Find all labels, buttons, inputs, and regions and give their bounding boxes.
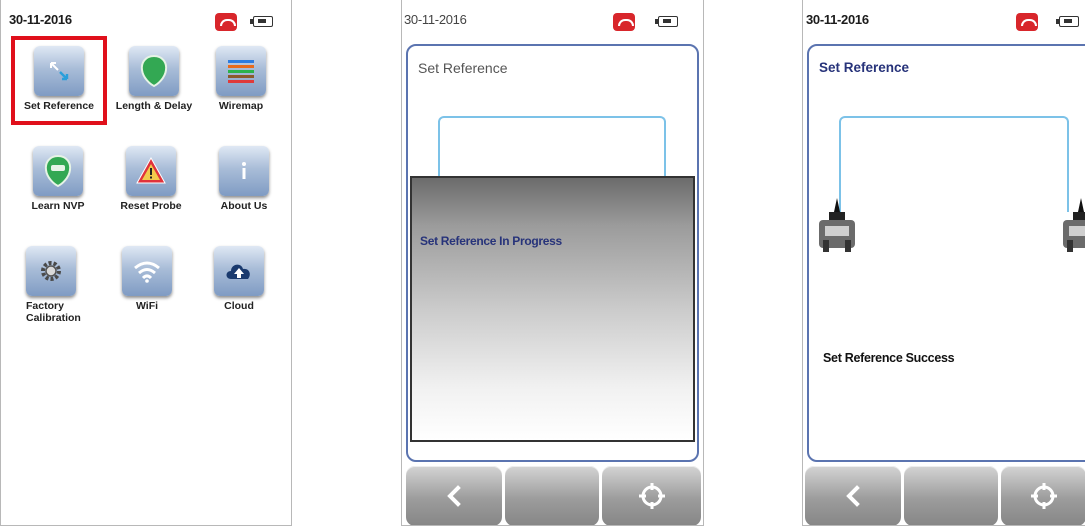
app-about-us[interactable]: About Us <box>199 146 289 226</box>
status-date: 30-11-2016 <box>806 12 869 27</box>
app-label: Wiremap <box>218 100 264 112</box>
target-button[interactable] <box>602 466 701 525</box>
app-label: Reset Probe <box>120 200 182 212</box>
app-learn-nvp[interactable]: Learn NVP <box>13 146 103 226</box>
app-length-delay[interactable]: Length & Delay <box>109 46 199 126</box>
progress-screen: 30-11-2016 Set Reference Set Reference I… <box>401 0 704 526</box>
app-label: Factory Calibration <box>26 300 81 324</box>
app-label: Length & Delay <box>115 100 193 112</box>
blank-button[interactable] <box>904 466 998 525</box>
status-bar: 30-11-2016 <box>803 0 1085 38</box>
bottom-toolbar <box>402 466 703 525</box>
app-label: Learn NVP <box>31 200 85 212</box>
home-screen: 30-11-2016 Set Reference Length & Delay … <box>0 0 292 526</box>
selection-highlight <box>11 36 107 125</box>
length-delay-icon <box>129 46 179 96</box>
remote-probe-icon <box>1063 198 1085 252</box>
status-bar: 30-11-2016 <box>402 0 703 38</box>
crosshair-icon <box>1030 483 1057 509</box>
back-button[interactable] <box>805 466 901 525</box>
app-wifi[interactable]: WiFi <box>102 246 192 326</box>
target-button[interactable] <box>1001 466 1085 525</box>
status-bar: 30-11-2016 <box>1 0 291 38</box>
chevron-left-icon <box>447 485 461 507</box>
set-reference-panel: Set Reference Set Reference Success <box>807 44 1085 462</box>
battery-icon <box>1056 16 1079 27</box>
app-label: About Us <box>220 200 268 212</box>
phone-icon <box>1016 13 1038 31</box>
chevron-left-icon <box>846 485 860 507</box>
app-reset-probe[interactable]: Reset Probe <box>106 146 196 226</box>
app-cloud[interactable]: Cloud <box>194 246 284 326</box>
blank-button[interactable] <box>505 466 599 525</box>
back-button[interactable] <box>406 466 502 525</box>
bottom-toolbar <box>803 466 1085 525</box>
cable-graphic <box>839 116 1069 212</box>
info-icon <box>219 146 269 196</box>
app-label: WiFi <box>135 300 159 312</box>
cloud-upload-icon <box>214 246 264 296</box>
app-wiremap[interactable]: Wiremap <box>196 46 286 126</box>
success-message: Set Reference Success <box>823 351 955 365</box>
progress-message: Set Reference In Progress <box>420 234 562 248</box>
wiremap-icon <box>216 46 266 96</box>
cable-graphic <box>438 116 666 176</box>
app-label: Cloud <box>224 300 254 312</box>
crosshair-icon <box>638 483 665 509</box>
warning-icon <box>126 146 176 196</box>
set-reference-panel: Set Reference Set Reference In Progress <box>406 44 699 462</box>
progress-dialog: Set Reference In Progress <box>410 176 695 442</box>
battery-icon <box>655 16 678 27</box>
wifi-icon <box>122 246 172 296</box>
page-title: Set Reference <box>819 60 910 75</box>
phone-icon <box>215 13 237 31</box>
battery-icon <box>250 16 273 27</box>
success-screen: 30-11-2016 Set Reference Set Reference S… <box>802 0 1085 526</box>
page-title: Set Reference <box>418 60 508 76</box>
gear-icon <box>26 246 76 296</box>
main-unit-icon <box>819 198 855 252</box>
status-date: 30-11-2016 <box>404 12 467 27</box>
status-date: 30-11-2016 <box>9 12 72 27</box>
app-factory-calibration[interactable]: Factory Calibration <box>6 246 96 326</box>
phone-icon <box>613 13 635 31</box>
learn-nvp-icon <box>33 146 83 196</box>
